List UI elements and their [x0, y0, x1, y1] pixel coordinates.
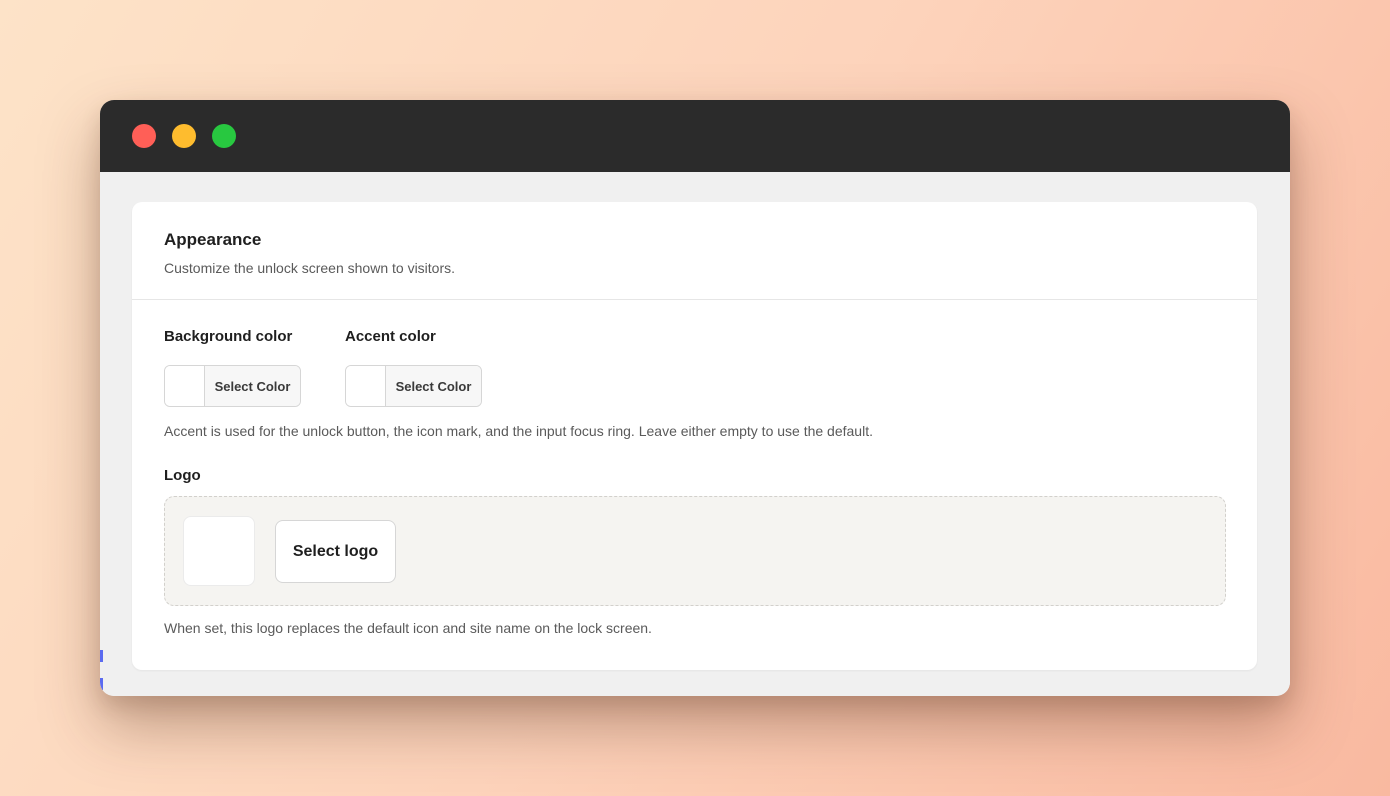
app-window: Appearance Customize the unlock screen s… [100, 100, 1290, 696]
select-logo-button[interactable]: Select logo [275, 520, 396, 583]
color-help-text: Accent is used for the unlock button, th… [164, 423, 873, 439]
accent-color-picker[interactable]: Select Color [345, 365, 482, 407]
background-color-picker[interactable]: Select Color [164, 365, 301, 407]
section-title: Appearance [164, 230, 262, 249]
logo-help-text: When set, this logo replaces the default… [164, 620, 652, 636]
appearance-header: Appearance Customize the unlock screen s… [132, 202, 1257, 300]
background-color-swatch[interactable] [165, 366, 205, 406]
section-subtitle: Customize the unlock screen shown to vis… [164, 260, 456, 276]
edge-indicator [100, 650, 103, 696]
appearance-card: Appearance Customize the unlock screen s… [132, 202, 1257, 670]
appearance-body: Background color Select Color Accent col… [132, 300, 1257, 636]
window-content: Appearance Customize the unlock screen s… [100, 172, 1290, 696]
accent-color-field: Accent color Select Color [345, 328, 482, 407]
maximize-window-button[interactable] [212, 124, 236, 148]
logo-dropzone[interactable]: Select logo [164, 496, 1226, 606]
logo-preview [183, 516, 255, 586]
logo-label: Logo [164, 467, 201, 484]
accent-color-swatch[interactable] [346, 366, 386, 406]
background-select-color-button[interactable]: Select Color [205, 366, 300, 406]
window-titlebar [100, 100, 1290, 172]
accent-color-label: Accent color [345, 328, 436, 345]
color-fields: Background color Select Color Accent col… [164, 328, 1225, 407]
background-color-field: Background color Select Color [164, 328, 301, 407]
minimize-window-button[interactable] [172, 124, 196, 148]
background-color-label: Background color [164, 328, 293, 345]
accent-select-color-button[interactable]: Select Color [386, 366, 481, 406]
close-window-button[interactable] [132, 124, 156, 148]
